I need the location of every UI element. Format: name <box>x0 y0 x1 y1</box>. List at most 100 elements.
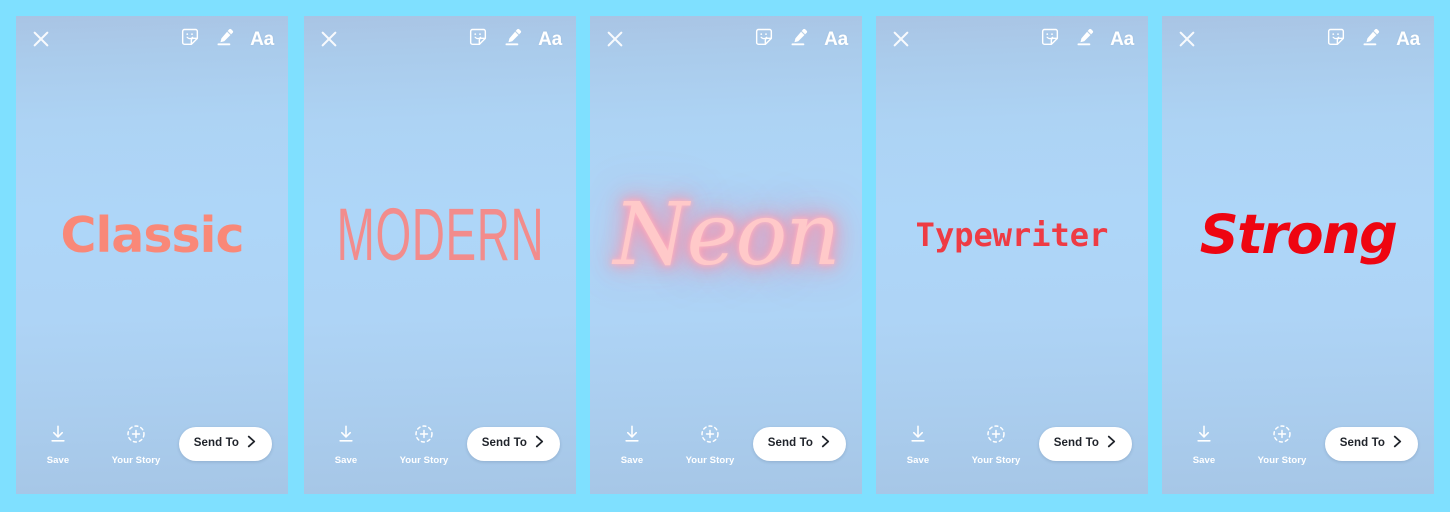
send-to-label: Send To <box>767 437 813 450</box>
style-sample-text-classic[interactable]: Classic <box>61 211 245 260</box>
top-toolbar-actions: Aa <box>1040 27 1134 52</box>
send-to-label: Send To <box>193 437 239 450</box>
your-story-button[interactable]: Your Story <box>398 423 450 466</box>
save-label: Save <box>906 454 930 466</box>
your-story-label: Your Story <box>685 454 735 466</box>
save-button[interactable]: Save <box>1178 423 1230 466</box>
story-style-card-classic[interactable]: Aa Classic Save Your Story Send To <box>16 16 288 494</box>
send-to-button[interactable]: Send To <box>1038 427 1132 461</box>
close-icon[interactable] <box>604 28 626 50</box>
text-tool-icon[interactable]: Aa <box>1110 30 1134 49</box>
download-save-icon <box>335 423 357 450</box>
save-label: Save <box>620 454 644 466</box>
bottom-toolbar: Save Your Story Send To <box>590 408 862 494</box>
send-to-label: Send To <box>481 437 527 450</box>
style-sample-text-typewriter[interactable]: Typewriter <box>916 219 1109 251</box>
style-preview-area: Neon <box>590 62 862 408</box>
save-label: Save <box>46 454 70 466</box>
send-to-button[interactable]: Send To <box>178 427 272 461</box>
add-to-story-circle-icon <box>985 423 1007 450</box>
top-toolbar: Aa <box>590 16 862 62</box>
style-preview-area: Classic <box>16 62 288 408</box>
sticker-icon[interactable] <box>754 27 774 52</box>
your-story-button[interactable]: Your Story <box>684 423 736 466</box>
text-tool-icon[interactable]: Aa <box>538 30 562 49</box>
send-to-label: Send To <box>1339 437 1385 450</box>
bottom-toolbar: Save Your Story Send To <box>1162 408 1434 494</box>
add-to-story-circle-icon <box>1271 423 1293 450</box>
top-toolbar-actions: Aa <box>468 27 562 52</box>
top-toolbar: Aa <box>304 16 576 62</box>
your-story-button[interactable]: Your Story <box>110 423 162 466</box>
save-button[interactable]: Save <box>320 423 372 466</box>
your-story-label: Your Story <box>111 454 161 466</box>
pen-draw-icon[interactable] <box>503 27 523 52</box>
send-to-button[interactable]: Send To <box>466 427 560 461</box>
download-save-icon <box>47 423 69 450</box>
story-style-card-neon[interactable]: Aa Neon Save Your Story Send To <box>590 16 862 494</box>
send-to-button[interactable]: Send To <box>1324 427 1418 461</box>
your-story-label: Your Story <box>971 454 1021 466</box>
bottom-toolbar: Save Your Story Send To <box>16 408 288 494</box>
add-to-story-circle-icon <box>699 423 721 450</box>
close-icon[interactable] <box>1176 28 1198 50</box>
bottom-actions: Save Your Story <box>606 423 736 466</box>
sticker-icon[interactable] <box>180 27 200 52</box>
style-preview-area: Strong <box>1162 62 1434 408</box>
top-toolbar: Aa <box>876 16 1148 62</box>
top-toolbar-actions: Aa <box>180 27 274 52</box>
story-style-card-strong[interactable]: Aa Strong Save Your Story Send To <box>1162 16 1434 494</box>
top-toolbar: Aa <box>16 16 288 62</box>
close-icon[interactable] <box>30 28 52 50</box>
send-to-label: Send To <box>1053 437 1099 450</box>
add-to-story-circle-icon <box>413 423 435 450</box>
chevron-right-icon <box>820 435 831 453</box>
bottom-toolbar: Save Your Story Send To <box>304 408 576 494</box>
text-tool-icon[interactable]: Aa <box>1396 30 1420 49</box>
pen-draw-icon[interactable] <box>1075 27 1095 52</box>
chevron-right-icon <box>1106 435 1117 453</box>
save-button[interactable]: Save <box>32 423 84 466</box>
style-sample-text-strong[interactable]: Strong <box>1200 208 1398 262</box>
pen-draw-icon[interactable] <box>215 27 235 52</box>
style-preview-area: MODERN <box>304 62 576 408</box>
chevron-right-icon <box>246 435 257 453</box>
chevron-right-icon <box>534 435 545 453</box>
pen-draw-icon[interactable] <box>1361 27 1381 52</box>
send-to-button[interactable]: Send To <box>752 427 846 461</box>
close-icon[interactable] <box>318 28 340 50</box>
sticker-icon[interactable] <box>1326 27 1346 52</box>
top-toolbar-actions: Aa <box>754 27 848 52</box>
bottom-toolbar: Save Your Story Send To <box>876 408 1148 494</box>
style-sample-text-modern[interactable]: MODERN <box>336 198 544 272</box>
download-save-icon <box>621 423 643 450</box>
sticker-icon[interactable] <box>1040 27 1060 52</box>
save-button[interactable]: Save <box>606 423 658 466</box>
chevron-right-icon <box>1392 435 1403 453</box>
top-toolbar-actions: Aa <box>1326 27 1420 52</box>
style-sample-text-neon[interactable]: Neon <box>613 192 840 278</box>
save-button[interactable]: Save <box>892 423 944 466</box>
bottom-actions: Save Your Story <box>1178 423 1308 466</box>
bottom-actions: Save Your Story <box>892 423 1022 466</box>
story-style-gallery: Aa Classic Save Your Story Send To Aa MODERN Sa… <box>0 0 1450 512</box>
top-toolbar: Aa <box>1162 16 1434 62</box>
your-story-button[interactable]: Your Story <box>970 423 1022 466</box>
text-tool-icon[interactable]: Aa <box>250 30 274 49</box>
your-story-label: Your Story <box>399 454 449 466</box>
download-save-icon <box>907 423 929 450</box>
style-preview-area: Typewriter <box>876 62 1148 408</box>
bottom-actions: Save Your Story <box>320 423 450 466</box>
bottom-actions: Save Your Story <box>32 423 162 466</box>
sticker-icon[interactable] <box>468 27 488 52</box>
close-icon[interactable] <box>890 28 912 50</box>
save-label: Save <box>1192 454 1216 466</box>
story-style-card-typewriter[interactable]: Aa Typewriter Save Your Story Send To <box>876 16 1148 494</box>
your-story-button[interactable]: Your Story <box>1256 423 1308 466</box>
your-story-label: Your Story <box>1257 454 1307 466</box>
text-tool-icon[interactable]: Aa <box>824 30 848 49</box>
add-to-story-circle-icon <box>125 423 147 450</box>
story-style-card-modern[interactable]: Aa MODERN Save Your Story Send To <box>304 16 576 494</box>
save-label: Save <box>334 454 358 466</box>
pen-draw-icon[interactable] <box>789 27 809 52</box>
